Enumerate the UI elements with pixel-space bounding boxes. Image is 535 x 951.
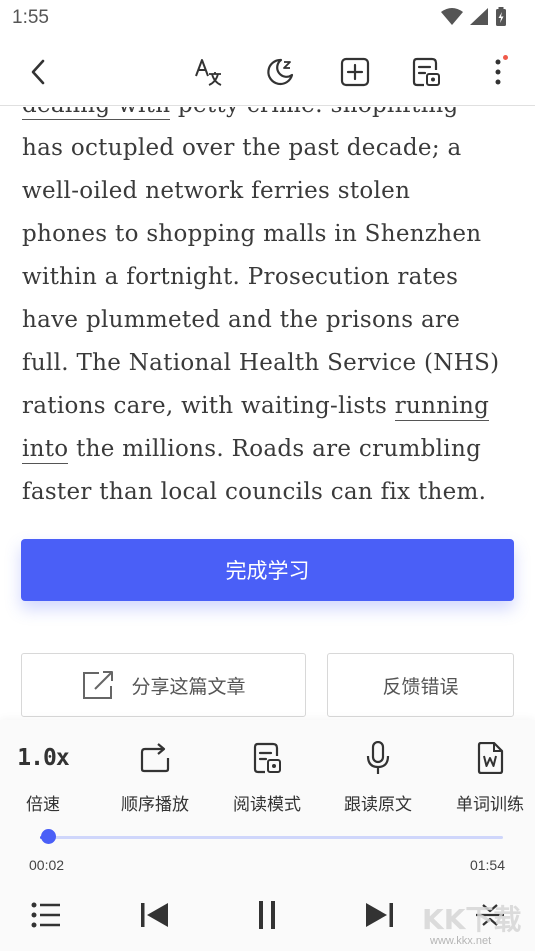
- night-mode-icon: [267, 58, 294, 86]
- reader-mode-button[interactable]: [408, 54, 444, 90]
- back-icon: [31, 59, 45, 85]
- previous-icon: [141, 903, 168, 927]
- add-icon: [340, 57, 370, 87]
- top-toolbar: [0, 40, 535, 106]
- signal-icon: [470, 8, 488, 25]
- collapse-icon: [476, 904, 504, 926]
- follow-read-label: 跟读原文: [344, 795, 412, 815]
- night-mode-button[interactable]: [262, 54, 298, 90]
- article-line: phones to shopping malls in Shenzhen: [22, 221, 482, 247]
- status-time: 1:55: [12, 7, 49, 28]
- share-label: 分享这篇文章: [131, 675, 246, 698]
- vocab-training-label: 单词训练: [456, 795, 524, 815]
- total-time: 01:54: [469, 857, 505, 873]
- follow-read-control[interactable]: 跟读原文: [330, 738, 426, 815]
- audio-player: 1.0x 倍速 顺序播放 阅读模式 跟读原文 单词训练 00:02 01:54: [0, 720, 535, 951]
- collapse-button[interactable]: [470, 895, 510, 935]
- article-line: well-oiled network ferries stolen: [22, 178, 411, 204]
- status-bar: 1:55: [0, 0, 535, 36]
- pause-button[interactable]: [247, 895, 287, 935]
- progress-knob[interactable]: [41, 829, 57, 844]
- repeat-icon: [140, 743, 170, 773]
- speed-value: 1.0x: [17, 745, 69, 771]
- playlist-button[interactable]: [26, 895, 66, 935]
- battery-icon: [496, 7, 506, 26]
- highlighted-phrase[interactable]: into: [22, 436, 69, 464]
- more-button[interactable]: [480, 54, 516, 90]
- add-button[interactable]: [337, 54, 373, 90]
- previous-button[interactable]: [134, 895, 174, 935]
- article-line: faster than local councils can fix them.: [22, 479, 487, 505]
- play-order-control[interactable]: 顺序播放: [107, 738, 203, 815]
- speed-control[interactable]: 1.0x 倍速: [0, 738, 91, 815]
- translate-icon: [195, 59, 222, 86]
- play-order-label: 顺序播放: [121, 795, 189, 815]
- playlist-icon: [31, 902, 60, 928]
- article-line: rations care, with waiting-lists running: [22, 393, 490, 421]
- next-button[interactable]: [360, 895, 400, 935]
- translate-button[interactable]: [190, 54, 226, 90]
- article-line: have plummeted and the prisons are: [22, 307, 461, 333]
- progress-bar[interactable]: [40, 836, 503, 839]
- reader-mode-control[interactable]: 阅读模式: [219, 738, 315, 815]
- vocab-training-control[interactable]: 单词训练: [442, 738, 535, 815]
- highlighted-phrase[interactable]: running: [394, 393, 490, 421]
- more-icon: [495, 59, 501, 85]
- article-line: into the millions. Roads are crumbling: [22, 436, 482, 464]
- article-line: within a fortnight. Prosecution rates: [22, 264, 459, 290]
- pause-icon: [259, 901, 275, 929]
- article-line: dealing with petty crime: shoplifting: [22, 107, 514, 127]
- feedback-button[interactable]: 反馈错误: [327, 653, 514, 717]
- share-icon: [83, 671, 114, 699]
- article-line: has octupled over the past decade; a: [22, 135, 462, 161]
- finish-study-button[interactable]: 完成学习: [21, 539, 514, 601]
- feedback-label: 反馈错误: [382, 675, 459, 698]
- notification-dot: [503, 55, 508, 60]
- reader-mode-label: 阅读模式: [233, 795, 301, 815]
- reader-mode-icon: [412, 57, 440, 87]
- back-button[interactable]: [20, 54, 56, 90]
- word-doc-icon: [477, 742, 504, 774]
- share-article-button[interactable]: 分享这篇文章: [21, 653, 306, 717]
- status-icons: [441, 7, 507, 27]
- next-icon: [366, 903, 393, 927]
- article-line: full. The National Health Service (NHS): [22, 350, 500, 376]
- reader-mode-icon: [253, 742, 281, 774]
- current-time: 00:02: [29, 857, 65, 873]
- watermark-url: www.kkx.net: [430, 935, 492, 947]
- highlighted-phrase[interactable]: dealing with: [22, 107, 171, 120]
- article-body: dealing with petty crime: shoplifting ha…: [0, 107, 535, 527]
- speed-label: 倍速: [26, 795, 60, 815]
- microphone-icon: [366, 741, 390, 774]
- wifi-icon: [441, 8, 463, 25]
